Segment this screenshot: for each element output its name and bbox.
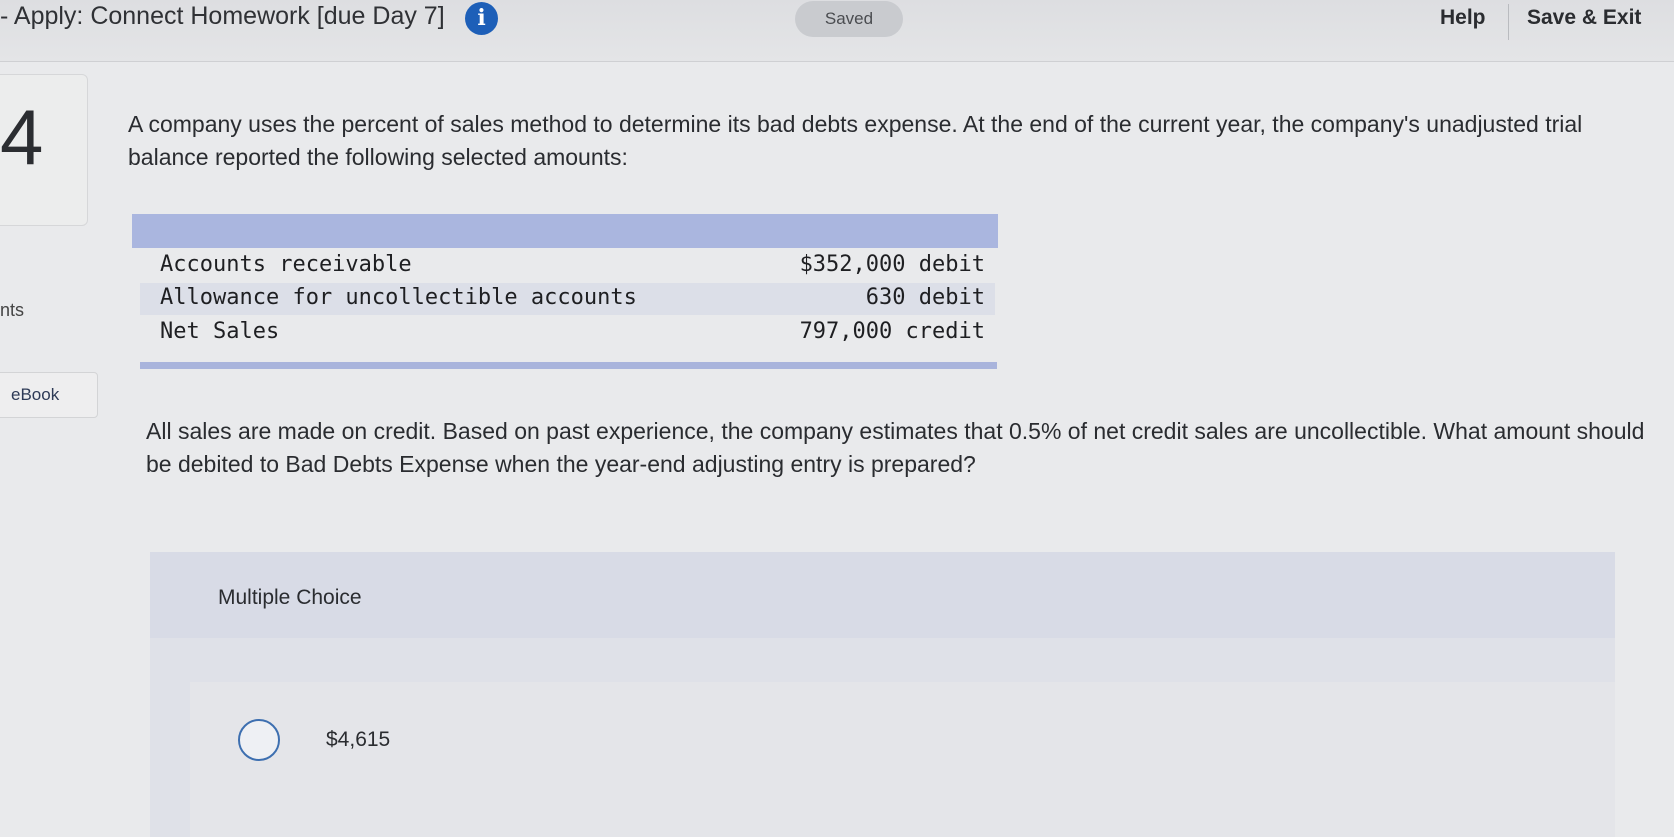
row-label: Allowance for uncollectible accounts <box>160 285 637 310</box>
multiple-choice-title: Multiple Choice <box>218 586 362 609</box>
top-bar: - Apply: Connect Homework [due Day 7] i … <box>0 0 1674 62</box>
table-row: Accounts receivable $352,000 debit <box>140 250 995 282</box>
save-and-exit-button[interactable]: Save & Exit <box>1527 6 1641 30</box>
saved-status-badge: Saved <box>795 1 903 37</box>
row-value: $352,000 debit <box>799 252 985 277</box>
row-value: 797,000 credit <box>799 319 985 344</box>
multiple-choice-panel: Multiple Choice $4,615 <box>150 552 1615 837</box>
row-label: Net Sales <box>160 319 280 344</box>
ebook-button[interactable]: eBook <box>0 372 98 418</box>
option-label[interactable]: $4,615 <box>326 728 390 752</box>
answer-options <box>190 682 1615 837</box>
table-row: Allowance for uncollectible accounts 630… <box>140 283 995 315</box>
row-label: Accounts receivable <box>160 252 412 277</box>
table-footer <box>140 362 997 369</box>
question-text: All sales are made on credit. Based on p… <box>146 418 1645 477</box>
question-number: 4 <box>0 93 44 181</box>
info-icon[interactable]: i <box>465 2 498 35</box>
points-label: nts <box>0 300 25 320</box>
option-radio-button[interactable] <box>238 719 280 761</box>
help-button[interactable]: Help <box>1440 6 1486 30</box>
header-divider <box>1508 4 1509 40</box>
table-header <box>132 214 998 248</box>
question-prompt: A company uses the percent of sales meth… <box>128 111 1583 170</box>
assignment-title: - Apply: Connect Homework [due Day 7] <box>0 2 445 30</box>
table-row: Net Sales 797,000 credit <box>140 317 995 349</box>
multiple-choice-header: Multiple Choice <box>150 552 1615 638</box>
row-value: 630 debit <box>865 285 985 310</box>
